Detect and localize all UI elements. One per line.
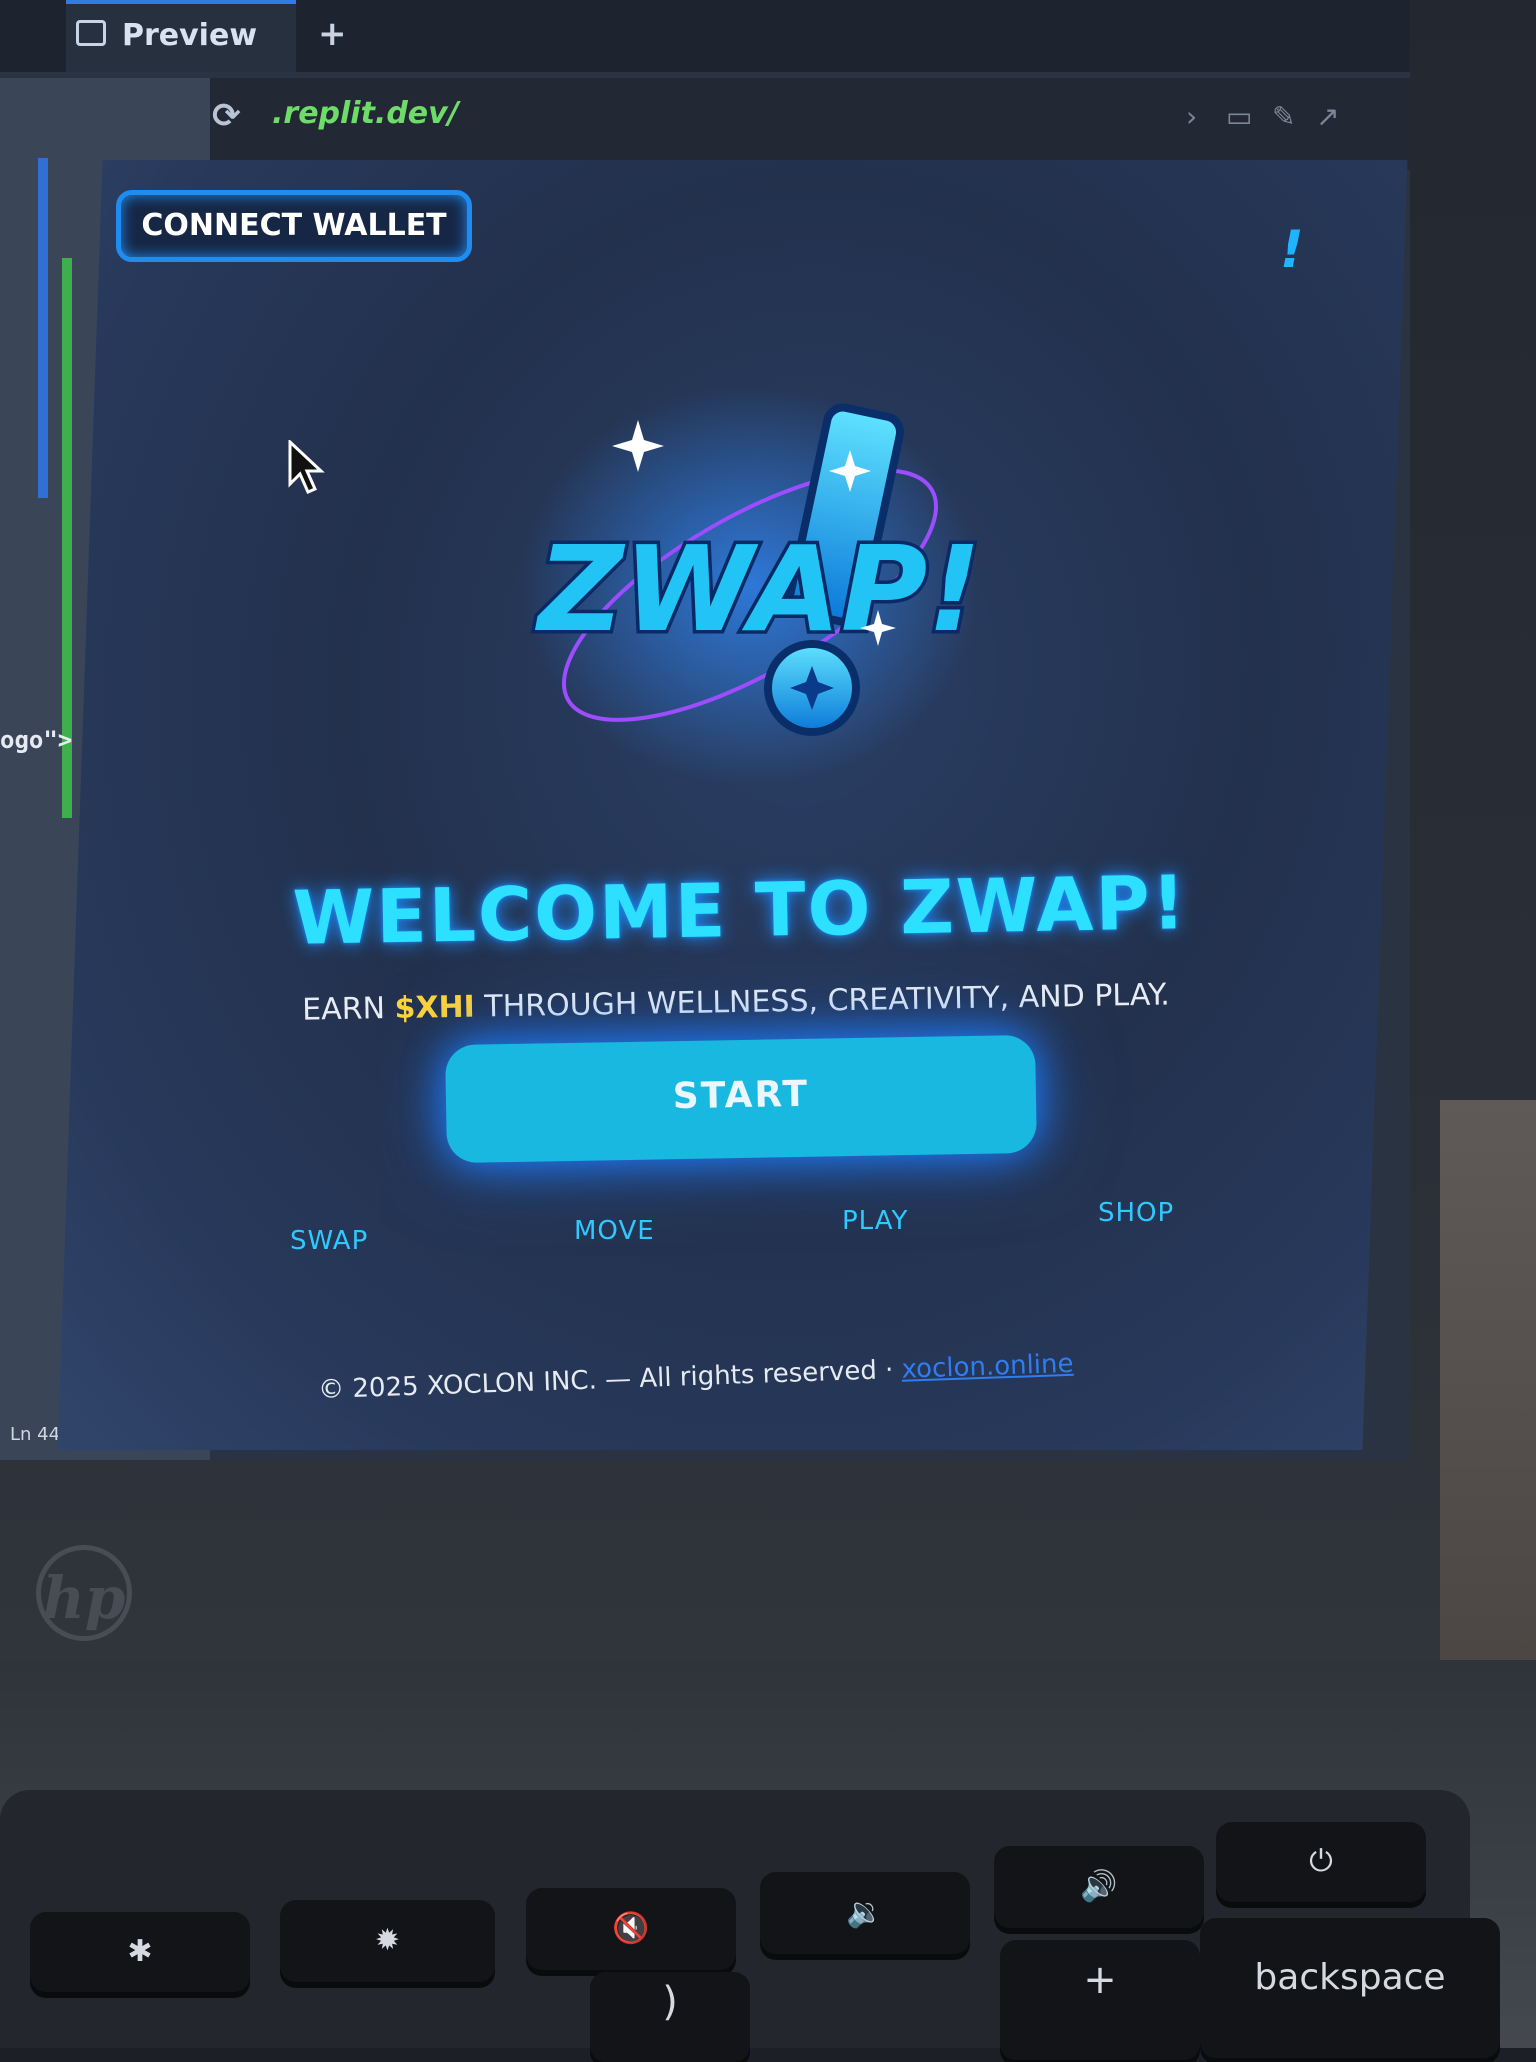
nav-link-swap[interactable]: SWAP: [290, 1226, 368, 1256]
volume-up-key[interactable]: 🔊: [994, 1846, 1204, 1928]
brightness-up-key[interactable]: ✹: [280, 1900, 495, 1982]
token-symbol: $XHI: [394, 989, 476, 1026]
laptop-screen: Preview + ← → ⟳ .replit.dev/ › ▭ ✎ ↗ ogo…: [0, 0, 1410, 1460]
app-menu-icon[interactable]: !: [1280, 220, 1304, 280]
plus-icon[interactable]: +: [318, 14, 347, 54]
mute-key[interactable]: 🔇: [526, 1888, 736, 1970]
address-bar: ← → ⟳ .replit.dev/ › ▭ ✎ ↗: [66, 78, 1410, 170]
reload-icon[interactable]: ⟳: [212, 96, 241, 136]
plus-key[interactable]: +: [1000, 1940, 1200, 2060]
volume-down-key[interactable]: 🔉: [760, 1872, 970, 1954]
paren-key[interactable]: ): [590, 1972, 750, 2062]
footer-link[interactable]: xoclon.online: [901, 1349, 1074, 1385]
url-field[interactable]: .replit.dev/: [272, 96, 459, 131]
power-key[interactable]: ⏻: [1216, 1822, 1426, 1902]
scroll-marker: [38, 158, 48, 498]
brand-logo: hp: [36, 1545, 132, 1641]
connect-wallet-button[interactable]: CONNECT WALLET: [116, 190, 472, 262]
open-external-icon[interactable]: ↗: [1316, 100, 1339, 133]
mouse-cursor-icon: [288, 440, 325, 494]
nav-link-shop[interactable]: SHOP: [1098, 1198, 1174, 1228]
window-icon[interactable]: ▭: [1226, 100, 1252, 133]
tagline-prefix: EARN: [301, 990, 395, 1028]
welcome-heading: WELCOME TO ZWAP!: [291, 860, 1189, 962]
browser-tab-bar: Preview +: [0, 0, 1410, 72]
zwap-logo: ZWAP!: [520, 385, 980, 780]
backspace-key[interactable]: backspace: [1200, 1918, 1500, 2058]
start-button[interactable]: START: [445, 1034, 1037, 1164]
preview-icon: [76, 20, 106, 46]
nav-link-play[interactable]: PLAY: [842, 1206, 908, 1236]
devtools-icon[interactable]: ✎: [1272, 100, 1295, 133]
chevron-right-icon[interactable]: ›: [1186, 100, 1197, 133]
tab-preview[interactable]: Preview: [66, 0, 296, 72]
brightness-down-key[interactable]: ✱: [30, 1912, 250, 1992]
app-preview: [57, 160, 1408, 1450]
logo-wordmark: ZWAP!: [534, 520, 980, 658]
nav-link-move[interactable]: MOVE: [574, 1216, 655, 1246]
code-line[interactable]: ogo">: [0, 726, 72, 754]
tab-label: Preview: [122, 18, 258, 53]
